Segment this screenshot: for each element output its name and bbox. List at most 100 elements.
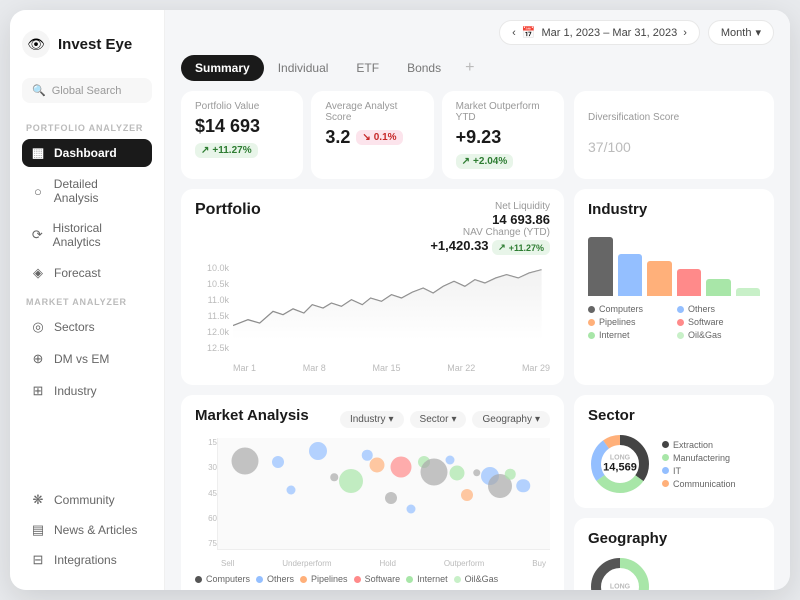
sidebar-item-community[interactable]: ❋ Community [22, 486, 152, 514]
tab-etf[interactable]: ETF [342, 55, 393, 81]
analyst-change-value: 0.1% [374, 132, 397, 143]
sidebar-item-integrations[interactable]: ⊟ Integrations [22, 546, 152, 574]
ind-bar-pipelines [647, 261, 672, 296]
app-logo: 👁 Invest Eye [22, 26, 152, 62]
scatter-dot [450, 465, 465, 480]
sidebar-item-industry[interactable]: ⊞ Industry [22, 377, 152, 405]
ind-bar-others [618, 254, 643, 296]
scatter-dot [473, 469, 481, 477]
legend-computers: Computers [588, 304, 671, 314]
scatter-dot [231, 447, 258, 474]
main-content: ‹ 📅 Mar 1, 2023 – Mar 31, 2023 › Month ▾… [165, 10, 790, 590]
sector-legend-extraction: Extraction [662, 440, 736, 450]
bottom-row: Market Analysis Industry ▾ Sector ▾ Geog… [181, 395, 774, 590]
analyst-score-card: Average Analyst Score 3.2 ↘ 0.1% [311, 91, 433, 179]
app-name: Invest Eye [58, 36, 132, 53]
tab-bonds[interactable]: Bonds [393, 55, 455, 81]
date-range-btn[interactable]: ‹ 📅 Mar 1, 2023 – Mar 31, 2023 › [499, 20, 700, 45]
sidebar-item-historical-label: Historical Analytics [53, 221, 144, 249]
scatter-dot [406, 504, 415, 513]
sidebar-item-dm-em[interactable]: ⊕ DM vs EM [22, 345, 152, 373]
tab-individual[interactable]: Individual [264, 55, 343, 81]
market-analysis-card: Market Analysis Industry ▾ Sector ▾ Geog… [181, 395, 564, 590]
analyst-change-badge: ↘ 0.1% [356, 130, 402, 145]
scatter-dot [385, 492, 397, 504]
trend-down-icon: ↘ [362, 132, 370, 143]
net-liquidity-value: 14 693.86 [430, 212, 550, 227]
month-selector-btn[interactable]: Month ▾ [708, 20, 774, 45]
next-arrow-icon[interactable]: › [683, 27, 687, 39]
market-analysis-header: Market Analysis Industry ▾ Sector ▾ Geog… [195, 407, 550, 432]
sector-legend-it: IT [662, 466, 736, 476]
chart-x-labels: Mar 1Mar 8Mar 15Mar 22Mar 29 [233, 363, 550, 373]
geography-card: Geography LONG [574, 518, 774, 590]
sidebar-item-news[interactable]: ▤ News & Articles [22, 516, 152, 544]
legend-software: Software [677, 317, 760, 327]
portfolio-chart-header: Portfolio Net Liquidity 14 693.86 NAV Ch… [195, 201, 550, 255]
portfolio-chart-title: Portfolio [195, 201, 261, 219]
scatter-y-labels: 7560453015 [195, 438, 217, 548]
industry-chart-title: Industry [588, 201, 760, 218]
market-outperform-card: Market Outperform YTD +9.23 ↗ +2.04% [442, 91, 564, 179]
filter-geography-btn[interactable]: Geography ▾ [472, 411, 550, 428]
sector-legend-manufacturing: Manufactering [662, 453, 736, 463]
nav-change-pct-badge: ↗ +11.27% [492, 240, 550, 255]
sidebar-bottom: ❋ Community ▤ News & Articles ⊟ Integrat… [22, 486, 152, 574]
sidebar-item-dashboard[interactable]: ▦ Dashboard [22, 139, 152, 167]
market-analysis-title: Market Analysis [195, 407, 309, 424]
geography-title: Geography [588, 530, 760, 547]
market-legend-software: Software [354, 574, 401, 584]
detailed-icon: ○ [30, 184, 46, 199]
integrations-icon: ⊟ [30, 552, 46, 568]
sector-card: Sector [574, 395, 774, 508]
chevron-down-icon: ▾ [755, 26, 761, 39]
prev-arrow-icon[interactable]: ‹ [512, 27, 516, 39]
scatter-dot [446, 456, 455, 465]
add-tab-btn[interactable]: + [455, 55, 484, 81]
industry-legend: Computers Others Pipelines Software Inte… [588, 304, 760, 340]
market-scatter-area: 7560453015 SellUnderperformHoldOutperfor… [195, 438, 550, 568]
dashboard-grid: Portfolio Value $14 693 ↗ +11.27% Averag… [165, 91, 790, 590]
chart-y-labels: 12.5k12.0k11.5k11.0k10.5k10.0k [195, 263, 233, 353]
industry-icon: ⊞ [30, 383, 46, 399]
market-filters: Industry ▾ Sector ▾ Geography ▾ [340, 411, 550, 428]
calendar-icon: 📅 [522, 26, 536, 39]
dm-em-icon: ⊕ [30, 351, 46, 367]
nav-change-value: +1,420.33 ↗ +11.27% [430, 238, 550, 255]
market-legend-others: Others [256, 574, 294, 584]
sector-center-label: LONG [603, 455, 637, 462]
portfolio-chart-card: Portfolio Net Liquidity 14 693.86 NAV Ch… [181, 189, 564, 385]
portfolio-metrics: Net Liquidity 14 693.86 NAV Change (YTD)… [430, 201, 550, 255]
scatter-dot [461, 489, 473, 501]
scatter-dot [330, 473, 338, 481]
sectors-icon: ◎ [30, 319, 46, 335]
sidebar-item-dashboard-label: Dashboard [54, 146, 117, 160]
sidebar-item-historical[interactable]: ⟳ Historical Analytics [22, 215, 152, 255]
scatter-dot [370, 458, 385, 473]
sidebar-item-detailed[interactable]: ○ Detailed Analysis [22, 171, 152, 211]
sidebar-item-forecast[interactable]: ◈ Forecast [22, 259, 152, 287]
period-label: Month [721, 27, 752, 39]
filter-sector-btn[interactable]: Sector ▾ [410, 411, 467, 428]
diversification-value: 37 [588, 139, 604, 155]
portfolio-analyzer-label: PORTFOLIO ANALYZER [22, 117, 152, 135]
scatter-dot [420, 459, 447, 486]
dashboard-icon: ▦ [30, 145, 46, 161]
legend-internet: Internet [588, 330, 671, 340]
scatter-plot [217, 438, 550, 550]
forecast-icon: ◈ [30, 265, 46, 281]
scatter-dot [505, 469, 516, 480]
global-search-btn[interactable]: 🔍 Global Search [22, 78, 152, 103]
trend-up-icon: ↗ [201, 145, 209, 156]
net-liquidity-label: Net Liquidity [430, 201, 550, 212]
sidebar-item-sectors[interactable]: ◎ Sectors [22, 313, 152, 341]
ind-bar-oilgas [736, 288, 761, 296]
tab-summary[interactable]: Summary [181, 55, 264, 81]
market-legend-internet: Internet [406, 574, 448, 584]
filter-industry-btn[interactable]: Industry ▾ [340, 411, 404, 428]
market-legend-computers: Computers [195, 574, 250, 584]
portfolio-change-value: +11.27% [212, 145, 251, 156]
market-legend-pipelines: Pipelines [300, 574, 348, 584]
chevron-geography: ▾ [535, 414, 540, 425]
sector-donut-wrap: LONG 14,569 Extraction Manufactering IT … [588, 432, 760, 496]
